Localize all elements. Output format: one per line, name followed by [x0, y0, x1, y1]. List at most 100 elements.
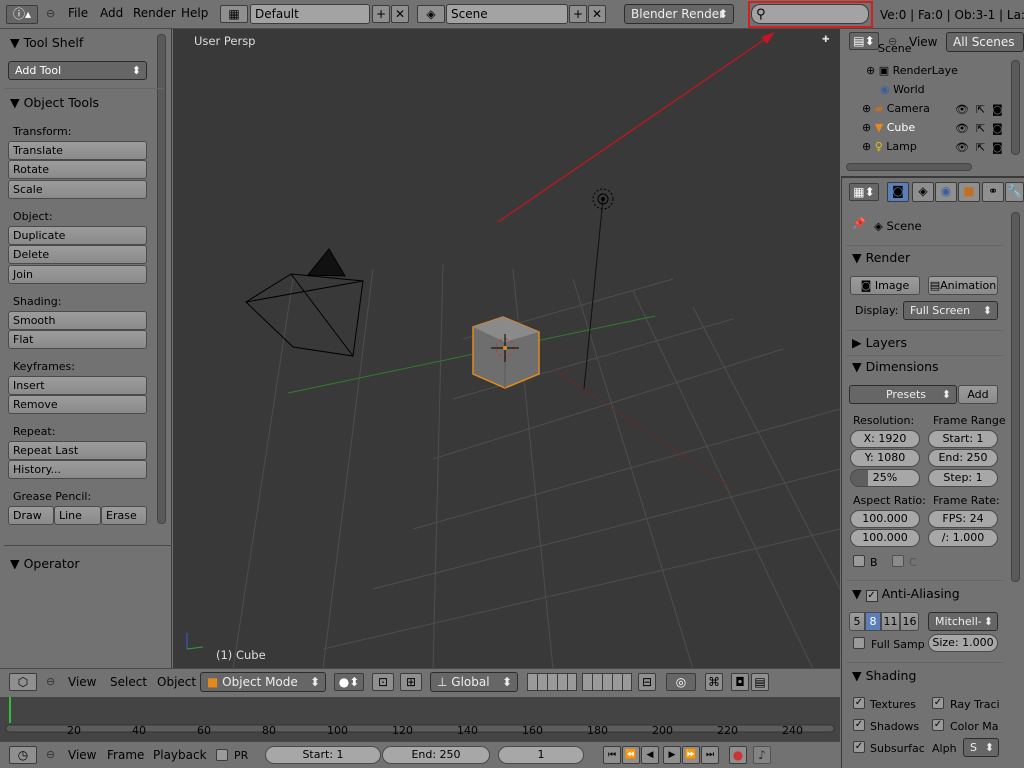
menu-render[interactable]: Render — [133, 6, 176, 20]
jump-next-key-button[interactable]: ⏩ — [682, 746, 700, 764]
scene-icon[interactable]: ◈ — [417, 5, 445, 23]
outliner-scrollbar-v[interactable] — [1011, 60, 1020, 155]
frame-start-field[interactable]: Start: 1 — [928, 430, 998, 448]
outliner-item-renderlayer[interactable]: ⊕ ▣ RenderLaye — [866, 62, 958, 80]
resolution-percent-slider[interactable]: 25% — [850, 469, 920, 487]
color-management-checkbox[interactable]: ✓ — [932, 719, 944, 731]
textures-checkbox[interactable]: ✓ — [853, 697, 865, 709]
render-opengl-button[interactable]: ◘ — [731, 673, 749, 691]
aa-samples-11[interactable]: 11 — [881, 612, 900, 631]
delete-screen-button[interactable]: ✕ — [391, 5, 409, 23]
aspect-y-field[interactable]: 100.000 — [850, 529, 920, 547]
aa-samples-5[interactable]: 5 — [849, 612, 865, 631]
add-scene-button[interactable]: + — [569, 5, 587, 23]
render-tab-icon[interactable]: ◙ — [887, 182, 909, 202]
grease-line-button[interactable]: Line — [54, 506, 101, 525]
tool-shelf-title[interactable]: ▼ Tool Shelf — [10, 35, 83, 50]
outliner-item-camera[interactable]: ⊕ ▰ Camera — [862, 100, 930, 118]
delete-scene-button[interactable]: ✕ — [588, 5, 606, 23]
start-frame-field[interactable]: Start: 1 — [265, 746, 381, 764]
screen-layout-field[interactable]: Default — [250, 4, 370, 24]
viewport-shading-button[interactable]: ●⬍ — [334, 673, 364, 691]
shadows-checkbox[interactable]: ✓ — [853, 719, 865, 731]
world-tab-icon[interactable]: ◉ — [935, 182, 957, 202]
outliner-item-cube[interactable]: ⊕ ▼ Cube — [862, 119, 915, 137]
lamp-object[interactable] — [592, 188, 614, 210]
flat-button[interactable]: Flat — [8, 330, 147, 349]
menu-frame[interactable]: Frame — [107, 748, 144, 762]
visibility-eye-icon[interactable]: 👁 — [955, 122, 969, 135]
object-tools-header[interactable]: ▼ Object Tools — [10, 95, 99, 110]
aa-samples-8[interactable]: 8 — [865, 612, 881, 631]
repeat-last-button[interactable]: Repeat Last — [8, 441, 147, 460]
alpha-dropdown[interactable]: S ⬍ — [963, 738, 999, 757]
modifiers-tab-icon[interactable]: 🔧 — [1005, 182, 1024, 202]
object-tab-icon[interactable]: ■ — [958, 182, 980, 202]
grease-erase-button[interactable]: Erase — [101, 506, 147, 525]
jump-start-button[interactable]: ⏮ — [603, 746, 621, 764]
add-screen-button[interactable]: + — [372, 5, 390, 23]
history-button[interactable]: History... — [8, 460, 147, 479]
render-panel-header[interactable]: ▼ Render — [852, 250, 910, 265]
fps-base-field[interactable]: /: 1.000 — [928, 529, 998, 547]
layer-buttons-a[interactable] — [527, 673, 577, 691]
render-engine-dropdown[interactable]: Blender Render ⬍ — [624, 4, 734, 24]
operator-panel-header[interactable]: ▼ Operator — [10, 556, 80, 571]
transform-orientation-dropdown[interactable]: ⊥ Global ⬍ — [430, 672, 518, 692]
outliner-filter-dropdown[interactable]: All Scenes — [946, 32, 1024, 52]
select-arrow-icon[interactable]: ⇱ — [976, 141, 985, 154]
audio-button[interactable]: ♪ — [753, 746, 771, 764]
shading-panel-header[interactable]: ▼ Shading — [852, 668, 916, 683]
scale-button[interactable]: Scale — [8, 180, 147, 199]
aa-checkbox[interactable]: ✓ — [865, 590, 878, 602]
constraints-tab-icon[interactable]: ⚭ — [982, 182, 1004, 202]
aa-size-field[interactable]: Size: 1.000 — [928, 634, 998, 652]
jump-prev-key-button[interactable]: ⏪ — [622, 746, 640, 764]
scene-tab-icon[interactable]: ◈ — [912, 182, 934, 202]
render-image-button[interactable]: ◙ Image — [850, 276, 920, 295]
aa-samples-16[interactable]: 16 — [900, 612, 919, 631]
full-sample-checkbox[interactable] — [853, 637, 865, 649]
add-preset-button[interactable]: Add — [958, 385, 998, 404]
resolution-y-field[interactable]: Y: 1080 — [850, 449, 920, 467]
manipulator-button[interactable]: ⊞ — [400, 673, 422, 691]
screen-layout-icon[interactable]: ▦ — [220, 5, 248, 23]
rotate-button[interactable]: Rotate — [8, 160, 147, 179]
record-button[interactable]: ● — [729, 746, 747, 764]
dimensions-panel-header[interactable]: ▼ Dimensions — [852, 359, 939, 374]
menu-add[interactable]: Add — [100, 6, 123, 20]
render-camera-icon[interactable]: ◙ — [992, 122, 1003, 135]
editor-type-outliner-button[interactable]: ▤⬍ — [849, 32, 879, 50]
lock-layers-button[interactable]: ⊟ — [638, 673, 656, 691]
current-frame-field[interactable]: 1 — [498, 746, 584, 764]
select-arrow-icon[interactable]: ⇱ — [976, 103, 985, 116]
pin-icon[interactable]: 📌 — [852, 217, 866, 230]
snap-button[interactable]: ⌘ — [705, 673, 723, 691]
render-camera-icon[interactable]: ◙ — [992, 141, 1003, 154]
subsurface-checkbox[interactable]: ✓ — [853, 741, 865, 753]
render-camera-icon[interactable]: ◙ — [992, 103, 1003, 116]
menu-select[interactable]: Select — [110, 675, 147, 689]
menu-file[interactable]: File — [68, 6, 88, 20]
cube-object[interactable] — [472, 316, 540, 389]
ray-tracing-checkbox[interactable]: ✓ — [932, 697, 944, 709]
translate-button[interactable]: Translate — [8, 141, 147, 160]
preview-range-checkbox[interactable] — [216, 749, 228, 761]
collapse-menu-icon[interactable]: ⊖ — [46, 7, 55, 20]
outliner-scrollbar-h[interactable] — [846, 163, 972, 171]
visibility-eye-icon[interactable]: 👁 — [955, 141, 969, 154]
select-arrow-icon[interactable]: ⇱ — [976, 122, 985, 135]
play-button[interactable]: ▶ — [663, 746, 681, 764]
menu-view[interactable]: View — [68, 675, 96, 689]
pivot-point-button[interactable]: ⊡ — [372, 673, 394, 691]
jump-end-button[interactable]: ⏭ — [701, 746, 719, 764]
frame-step-field[interactable]: Step: 1 — [928, 469, 998, 487]
menu-playback[interactable]: Playback — [153, 748, 207, 762]
camera-object[interactable] — [245, 248, 364, 357]
outliner-view-menu[interactable]: View — [909, 35, 937, 49]
delete-button[interactable]: Delete — [8, 245, 147, 264]
layer-buttons-b[interactable] — [582, 673, 632, 691]
duplicate-button[interactable]: Duplicate — [8, 226, 147, 245]
collapse-menu-icon[interactable]: ⊖ — [46, 748, 55, 761]
editor-type-properties-button[interactable]: ▦⬍ — [849, 183, 879, 201]
